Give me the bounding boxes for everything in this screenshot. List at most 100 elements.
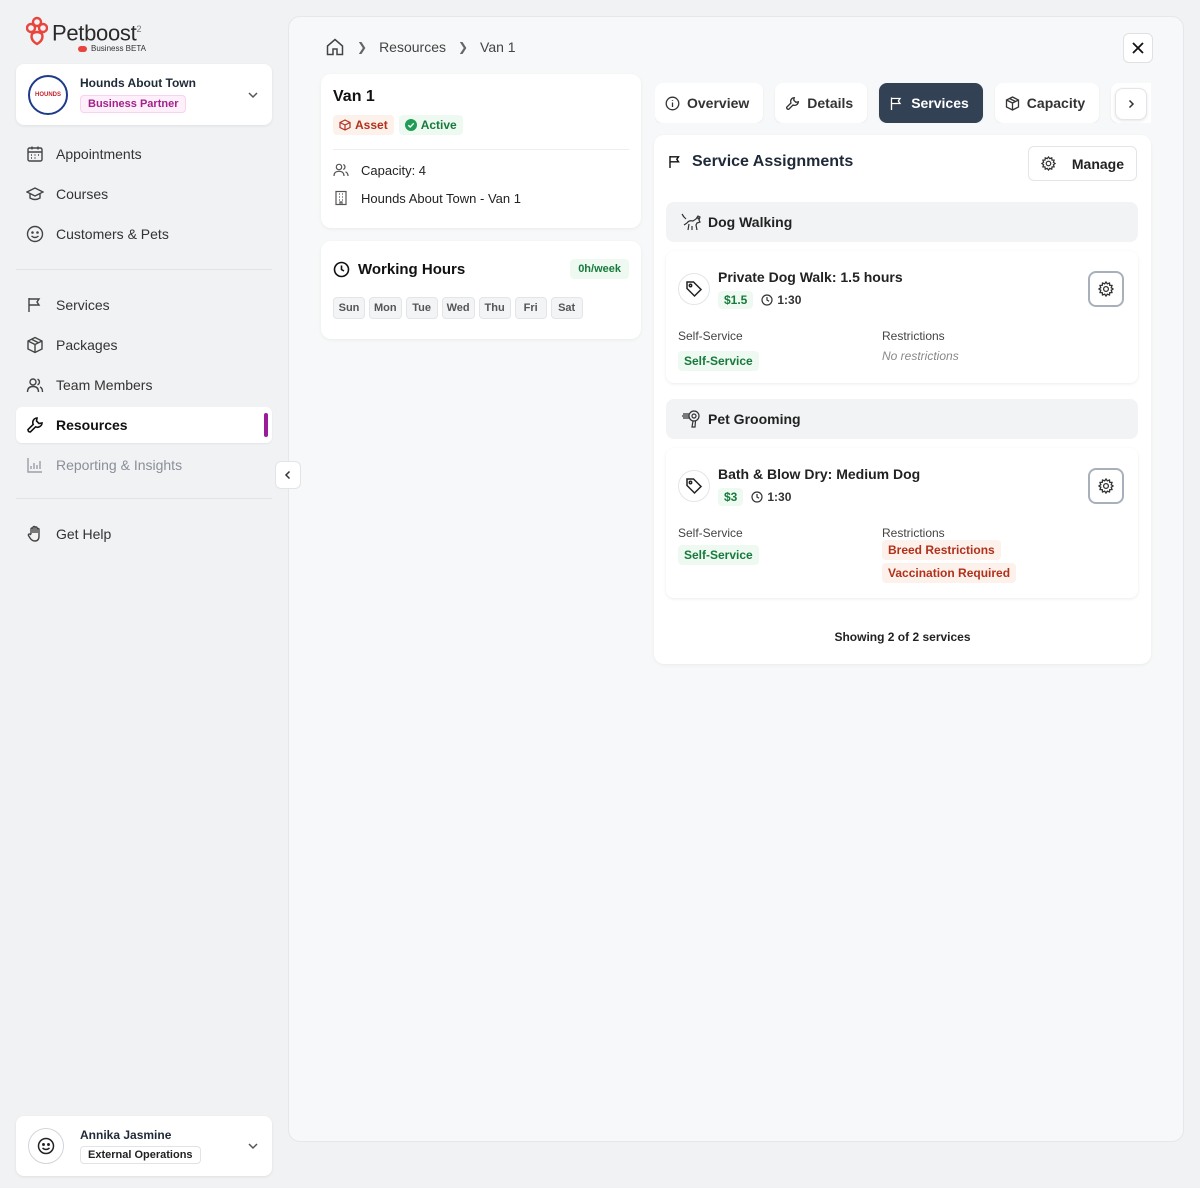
service-item-private-dog-walk[interactable]: Private Dog Walk: 1.5 hours $1.5 1:30 Se… bbox=[666, 251, 1138, 383]
flag-icon bbox=[669, 156, 680, 168]
tab-overview[interactable]: Overview bbox=[655, 83, 764, 123]
brand-name: Petboost bbox=[52, 20, 137, 46]
tab-label: Details bbox=[807, 95, 854, 111]
flag-icon bbox=[891, 97, 902, 110]
price-badge: $1.5 bbox=[718, 291, 754, 309]
nav-item-get-help[interactable]: Get Help bbox=[16, 516, 272, 552]
collapse-sidebar-button[interactable] bbox=[275, 461, 301, 489]
main-panel: ❯ Resources ❯ Van 1 Van 1 Asset Active C… bbox=[288, 16, 1184, 1142]
brand-logo[interactable]: Petboost2 Business BETA bbox=[26, 16, 146, 53]
day-chip-thu[interactable]: Thu bbox=[478, 297, 511, 319]
section-title: Service Assignments bbox=[692, 153, 854, 170]
day-chip-wed[interactable]: Wed bbox=[441, 297, 475, 319]
asset-badge: Asset bbox=[333, 115, 394, 135]
self-service-label: Self-Service bbox=[678, 329, 743, 343]
chart-icon bbox=[27, 458, 42, 473]
day-chip-tue[interactable]: Tue bbox=[405, 297, 438, 319]
capacity-text: Capacity: 4 bbox=[361, 162, 427, 178]
working-hours-card: Working Hours 0h/week Sun Mon Tue Wed Th… bbox=[321, 241, 641, 339]
dog-icon bbox=[681, 213, 701, 231]
breadcrumb-separator-icon: ❯ bbox=[457, 40, 469, 54]
day-chip-sun[interactable]: Sun bbox=[333, 297, 365, 319]
tab-capacity[interactable]: Capacity bbox=[994, 83, 1100, 123]
home-icon[interactable] bbox=[325, 37, 345, 57]
tab-bar: Overview Details Services Capacity bbox=[655, 83, 1151, 123]
breadcrumb: ❯ Resources ❯ Van 1 bbox=[325, 37, 516, 57]
self-service-label: Self-Service bbox=[678, 526, 743, 540]
tab-label: Capacity bbox=[1026, 95, 1086, 111]
tab-details[interactable]: Details bbox=[775, 83, 868, 123]
business-switcher[interactable]: HOUNDS Hounds About Town Business Partne… bbox=[16, 64, 272, 125]
help-nav: Get Help bbox=[16, 516, 272, 556]
paw-logo-icon bbox=[26, 16, 48, 46]
service-settings-button[interactable] bbox=[1088, 468, 1124, 504]
nav-item-packages[interactable]: Packages bbox=[16, 327, 272, 363]
nav-item-appointments[interactable]: Appointments bbox=[16, 136, 272, 172]
service-name: Bath & Blow Dry: Medium Dog bbox=[718, 466, 921, 482]
breadcrumb-separator-icon: ❯ bbox=[357, 40, 368, 54]
nav-label: Team Members bbox=[56, 377, 153, 393]
service-assignments-card: Service Assignments Manage Dog Walking P… bbox=[654, 135, 1151, 664]
resource-title: Van 1 bbox=[333, 88, 375, 105]
price-tag-icon bbox=[678, 470, 710, 502]
resource-summary-card: Van 1 Asset Active Capacity: 4 Hounds Ab… bbox=[321, 74, 641, 228]
nav-label: Reporting & Insights bbox=[56, 457, 183, 473]
day-chip-sat[interactable]: Sat bbox=[550, 297, 583, 319]
beta-toggle-icon bbox=[78, 45, 87, 52]
nav-item-customers-pets[interactable]: Customers & Pets bbox=[16, 216, 272, 252]
breadcrumb-item[interactable]: Resources bbox=[379, 39, 446, 55]
restriction-badge-breed: Breed Restrictions bbox=[882, 540, 1001, 560]
nav-label: Resources bbox=[56, 417, 128, 433]
nav-label: Appointments bbox=[56, 146, 142, 162]
wrench-icon bbox=[27, 417, 43, 433]
self-service-badge: Self-Service bbox=[678, 351, 759, 371]
user-role-badge: External Operations bbox=[80, 1146, 201, 1164]
nav-divider bbox=[16, 269, 272, 270]
tabs-scroll-right-button[interactable] bbox=[1115, 88, 1147, 120]
weekday-list: Sun Mon Tue Wed Thu Fri Sat bbox=[333, 297, 629, 319]
manage-button-label: Manage bbox=[1071, 155, 1124, 172]
nav-label: Services bbox=[56, 297, 110, 313]
nav-label: Get Help bbox=[56, 526, 112, 542]
service-settings-button[interactable] bbox=[1088, 271, 1124, 307]
day-chip-mon[interactable]: Mon bbox=[369, 297, 402, 319]
nav-divider bbox=[16, 498, 272, 499]
location-row: Hounds About Town - Van 1 bbox=[333, 190, 629, 206]
nav-item-courses[interactable]: Courses bbox=[16, 176, 272, 212]
duration: 1:30 bbox=[761, 293, 801, 307]
nav-label: Courses bbox=[56, 186, 109, 202]
building-icon bbox=[335, 190, 347, 206]
close-button[interactable] bbox=[1123, 33, 1153, 63]
calendar-icon bbox=[27, 146, 43, 162]
status-badge-label: Active bbox=[420, 118, 457, 132]
nav-item-services[interactable]: Services bbox=[16, 287, 272, 323]
clock-icon bbox=[333, 261, 350, 277]
brand-mark: 2 bbox=[136, 24, 142, 34]
nav-item-reporting-insights[interactable]: Reporting & Insights bbox=[16, 447, 272, 483]
nav-item-resources[interactable]: Resources bbox=[16, 407, 272, 443]
service-name: Private Dog Walk: 1.5 hours bbox=[718, 269, 903, 285]
self-service-badge: Self-Service bbox=[678, 545, 759, 565]
check-circle-icon bbox=[404, 119, 417, 131]
duration: 1:30 bbox=[751, 490, 791, 504]
tab-services[interactable]: Services bbox=[879, 83, 983, 123]
gear-icon bbox=[1098, 281, 1114, 297]
service-item-bath-blow-dry[interactable]: Bath & Blow Dry: Medium Dog $3 1:30 Self… bbox=[666, 448, 1138, 598]
business-role-badge: Business Partner bbox=[80, 95, 187, 113]
close-icon bbox=[1132, 42, 1144, 54]
day-chip-fri[interactable]: Fri bbox=[514, 297, 547, 319]
working-hours-title: Working Hours bbox=[333, 261, 465, 278]
restriction-badge-vaccination: Vaccination Required bbox=[882, 563, 1017, 583]
working-hours-title-text: Working Hours bbox=[358, 260, 466, 278]
nav-item-team-members[interactable]: Team Members bbox=[16, 367, 272, 403]
user-menu[interactable]: Annika Jasmine External Operations bbox=[16, 1116, 272, 1176]
brand-subtitle: Business BETA bbox=[91, 44, 146, 54]
box-icon bbox=[27, 336, 43, 354]
manage-button[interactable]: Manage bbox=[1027, 146, 1137, 181]
secondary-nav: Services Packages Team Members Resources… bbox=[16, 287, 272, 487]
services-count: Showing 2 of 2 services bbox=[834, 630, 971, 644]
hand-icon bbox=[27, 525, 40, 542]
hours-per-week-badge: 0h/week bbox=[570, 259, 629, 279]
chevron-right-icon bbox=[1128, 99, 1135, 109]
smiley-icon bbox=[26, 225, 44, 243]
